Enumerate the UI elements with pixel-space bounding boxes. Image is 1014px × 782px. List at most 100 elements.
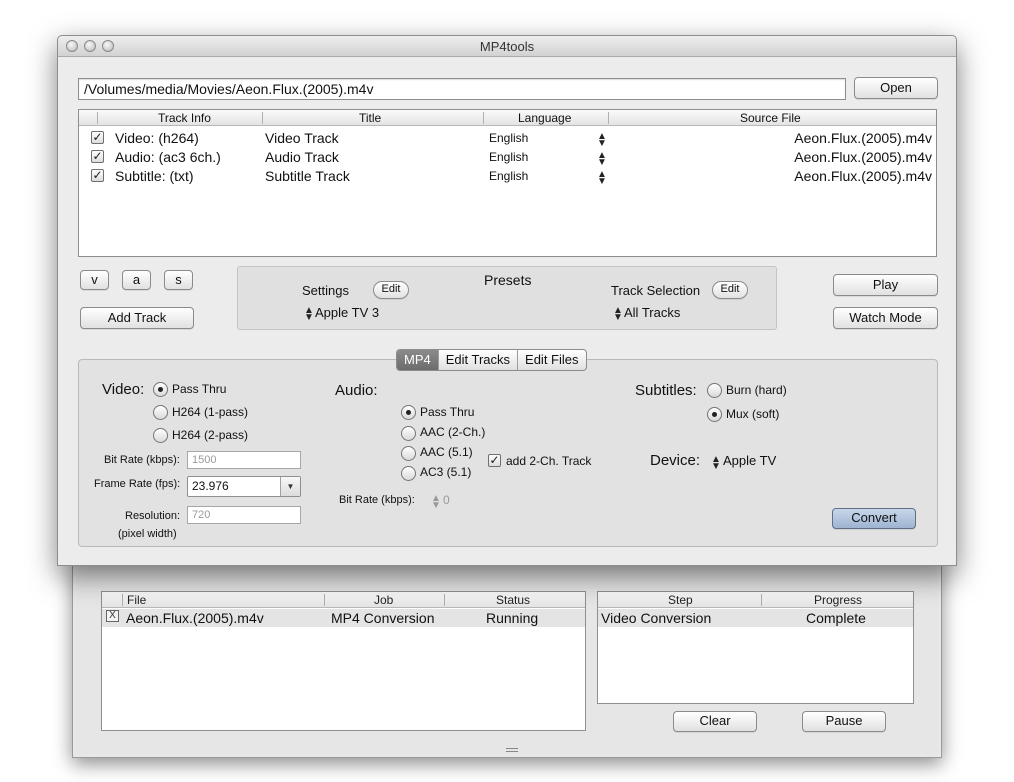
chevron-down-icon[interactable]: ▼ [280, 477, 300, 496]
column-separator [608, 112, 609, 124]
queue-window-body: File Job Status X Aeon.Flux.(2005).m4v M… [76, 563, 938, 754]
track-title[interactable]: Audio Track [265, 149, 339, 165]
queue-row[interactable]: X Aeon.Flux.(2005).m4v MP4 Conversion Ru… [102, 609, 585, 627]
column-header-step[interactable]: Step [668, 593, 693, 607]
video-h264-1pass-label[interactable]: H264 (1-pass) [172, 405, 248, 419]
track-title[interactable]: Subtitle Track [265, 168, 350, 184]
add-audio-button[interactable]: a [122, 270, 151, 290]
open-button[interactable]: Open [854, 77, 938, 99]
video-bitrate-input[interactable]: 1500 [187, 451, 301, 469]
column-separator [262, 112, 263, 124]
add-subtitle-button[interactable]: s [164, 270, 193, 290]
edit-settings-button[interactable]: Edit [373, 281, 409, 299]
column-header-job[interactable]: Job [374, 593, 393, 607]
mp4-tab-panel: Video: Pass Thru H264 (1-pass) H264 (2-p… [78, 359, 938, 547]
track-language[interactable]: English [489, 131, 528, 145]
track-selection-stepper-icon[interactable]: ▲ ▼ [613, 306, 623, 323]
settings-label: Settings [302, 283, 349, 298]
audio-aac-51-radio[interactable] [401, 446, 416, 461]
steps-table-header: Step Progress [598, 592, 913, 608]
queue-status: Running [486, 610, 539, 626]
queue-file: Aeon.Flux.(2005).m4v [126, 610, 264, 626]
language-stepper-icon[interactable]: ▲ ▼ [597, 170, 607, 187]
subtitles-mux-radio[interactable] [707, 407, 722, 422]
audio-bitrate-stepper-icon[interactable]: ▲ ▼ [431, 494, 441, 511]
video-pass-thru-radio[interactable] [153, 382, 168, 397]
settings-preset-value[interactable]: Apple TV 3 [315, 305, 379, 320]
step-name: Video Conversion [601, 610, 712, 626]
add-video-button[interactable]: v [80, 270, 109, 290]
frame-rate-select[interactable]: 23.976 ▼ [187, 476, 301, 497]
titlebar[interactable]: MP4tools [58, 36, 956, 57]
video-bitrate-label: Bit Rate (kbps): [104, 454, 180, 466]
add-2ch-track-label[interactable]: add 2-Ch. Track [506, 454, 591, 468]
tab-edit-tracks[interactable]: Edit Tracks [439, 350, 519, 370]
remove-job-button[interactable]: X [106, 610, 119, 622]
column-header-file[interactable]: File [127, 593, 146, 607]
track-title[interactable]: Video Track [265, 130, 339, 146]
column-header-language[interactable]: Language [518, 111, 571, 125]
column-header-title[interactable]: Title [359, 111, 381, 125]
track-enabled-checkbox[interactable]: ✓ [91, 169, 104, 182]
column-header-status[interactable]: Status [496, 593, 530, 607]
video-pass-thru-label[interactable]: Pass Thru [172, 382, 226, 396]
audio-aac-2ch-radio[interactable] [401, 426, 416, 441]
convert-button[interactable]: Convert [832, 508, 916, 529]
column-header-track-info[interactable]: Track Info [158, 111, 211, 125]
audio-aac-51-label[interactable]: AAC (5.1) [420, 445, 473, 459]
device-value[interactable]: Apple TV [723, 453, 776, 468]
track-selection-label: Track Selection [611, 283, 701, 298]
language-stepper-icon[interactable]: ▲ ▼ [597, 132, 607, 149]
track-source-file: Aeon.Flux.(2005).m4v [794, 130, 932, 146]
subtitles-burn-radio[interactable] [707, 383, 722, 398]
add-2ch-track-checkbox[interactable]: ✓ [488, 454, 501, 467]
audio-pass-thru-radio[interactable] [401, 405, 416, 420]
device-label: Device: [650, 452, 701, 469]
add-track-button[interactable]: Add Track [80, 307, 194, 329]
settings-stepper-icon[interactable]: ▲ ▼ [304, 306, 314, 323]
column-separator [97, 112, 98, 124]
step-progress: Complete [806, 610, 866, 626]
track-source-file: Aeon.Flux.(2005).m4v [794, 168, 932, 184]
video-h264-1pass-radio[interactable] [153, 405, 168, 420]
steps-row[interactable]: Video Conversion Complete [598, 609, 913, 627]
audio-ac3-51-radio[interactable] [401, 466, 416, 481]
track-language[interactable]: English [489, 150, 528, 164]
subtitles-label: Subtitles: [635, 382, 697, 399]
video-h264-2pass-radio[interactable] [153, 428, 168, 443]
subtitles-mux-label[interactable]: Mux (soft) [726, 407, 779, 421]
track-row[interactable]: ✓ Subtitle: (txt) Subtitle Track English… [79, 167, 936, 187]
steps-table[interactable]: Step Progress Video Conversion Complete [597, 591, 914, 704]
resize-grip-icon[interactable] [506, 748, 518, 752]
audio-ac3-51-label[interactable]: AC3 (5.1) [420, 465, 471, 479]
track-selection-value[interactable]: All Tracks [624, 305, 680, 320]
tab-edit-files[interactable]: Edit Files [518, 350, 585, 370]
track-info: Audio: (ac3 6ch.) [115, 149, 221, 165]
resolution-label: Resolution: [125, 510, 181, 522]
track-table[interactable]: Track Info Title Language Source File ✓ … [78, 109, 937, 257]
audio-pass-thru-label[interactable]: Pass Thru [420, 405, 474, 419]
track-enabled-checkbox[interactable]: ✓ [91, 150, 104, 163]
tab-mp4[interactable]: MP4 [397, 350, 439, 370]
resolution-note: (pixel width) [118, 528, 177, 540]
track-language[interactable]: English [489, 169, 528, 183]
video-h264-2pass-label[interactable]: H264 (2-pass) [172, 428, 248, 442]
play-button[interactable]: Play [833, 274, 938, 296]
pause-button[interactable]: Pause [802, 711, 886, 732]
resolution-input[interactable]: 720 [187, 506, 301, 524]
track-row[interactable]: ✓ Audio: (ac3 6ch.) Audio Track English … [79, 148, 936, 168]
track-row[interactable]: ✓ Video: (h264) Video Track English ▲ ▼ A… [79, 129, 936, 149]
audio-bitrate-label: Bit Rate (kbps): [339, 494, 415, 506]
column-header-source-file[interactable]: Source File [740, 111, 801, 125]
column-header-progress[interactable]: Progress [814, 593, 862, 607]
subtitles-burn-label[interactable]: Burn (hard) [726, 383, 787, 397]
audio-aac-2ch-label[interactable]: AAC (2-Ch.) [420, 425, 485, 439]
device-stepper-icon[interactable]: ▲ ▼ [711, 455, 721, 472]
queue-table[interactable]: File Job Status X Aeon.Flux.(2005).m4v M… [101, 591, 586, 731]
clear-button[interactable]: Clear [673, 711, 757, 732]
source-path-field[interactable]: /Volumes/media/Movies/Aeon.Flux.(2005).m… [78, 78, 846, 100]
track-enabled-checkbox[interactable]: ✓ [91, 131, 104, 144]
edit-track-selection-button[interactable]: Edit [712, 281, 748, 299]
watch-mode-button[interactable]: Watch Mode [833, 307, 938, 329]
language-stepper-icon[interactable]: ▲ ▼ [597, 151, 607, 168]
